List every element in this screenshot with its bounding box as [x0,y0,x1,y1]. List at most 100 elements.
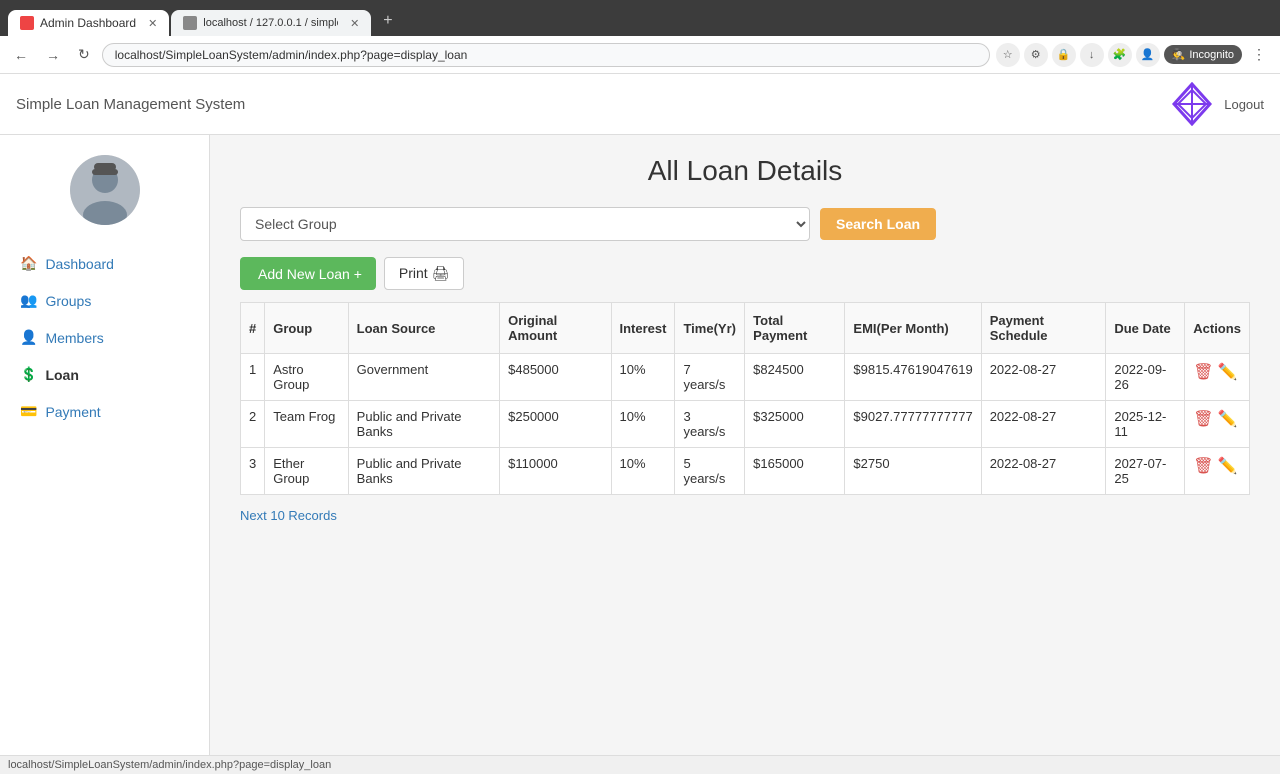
table-row: 3 Ether Group Public and Private Banks $… [241,448,1250,495]
payment-icon: 💳 [20,403,37,420]
cell-num: 1 [241,354,265,401]
col-actions: Actions [1185,303,1250,354]
action-icons: 🗑 ✏️ [1193,409,1241,429]
sidebar-link-dashboard[interactable]: 🏠 Dashboard [0,245,209,282]
cell-interest: 10% [611,448,675,495]
action-bar: Add New Loan + Print 🖨 [240,257,1250,290]
cell-total-payment: $325000 [745,401,845,448]
cell-interest: 10% [611,354,675,401]
col-total-payment: Total Payment [745,303,845,354]
cell-loan-source: Public and Private Banks [348,401,499,448]
cell-group: Astro Group [265,354,348,401]
col-num: # [241,303,265,354]
tab-close-admin[interactable]: ✕ [148,17,157,30]
avatar [70,155,140,225]
print-label: Print 🖨 [399,265,449,282]
cell-time: 5 years/s [675,448,745,495]
sidebar-link-groups[interactable]: 👥 Groups [0,282,209,319]
sidebar: 🏠 Dashboard 👥 Groups 👤 Members 💲 [0,135,210,755]
tab-simple[interactable]: localhost / 127.0.0.1 / simpleloar ✕ [171,10,371,36]
table-header: # Group Loan Source Original Amount Inte… [241,303,1250,354]
sidebar-avatar [0,155,209,225]
main-content: All Loan Details Select Group Search Loa… [210,135,1280,755]
edit-icon[interactable]: ✏️ [1218,456,1238,476]
cell-total-payment: $824500 [745,354,845,401]
print-button[interactable]: Print 🖨 [384,257,464,290]
col-group: Group [265,303,348,354]
edit-icon[interactable]: ✏️ [1218,409,1238,429]
action-icons: 🗑 ✏️ [1193,456,1241,476]
search-loan-button[interactable]: Search Loan [820,208,936,240]
col-interest: Interest [611,303,675,354]
sidebar-link-payment[interactable]: 💳 Payment [0,393,209,430]
cell-total-payment: $165000 [745,448,845,495]
table-row: 2 Team Frog Public and Private Banks $25… [241,401,1250,448]
extension-icon-1[interactable]: ⚙ [1024,43,1048,67]
cell-payment-schedule: 2022-08-27 [981,448,1106,495]
page-title: All Loan Details [240,155,1250,187]
delete-icon[interactable]: 🗑 [1193,362,1213,382]
delete-icon[interactable]: 🗑 [1193,409,1213,429]
cell-emi: $9815.47619047619 [845,354,981,401]
extension-icon-2[interactable]: 🔒 [1052,43,1076,67]
cell-payment-schedule: 2022-08-27 [981,354,1106,401]
cell-interest: 10% [611,401,675,448]
members-icon: 👤 [20,329,37,346]
cell-original-amount: $485000 [500,354,611,401]
sidebar-link-members[interactable]: 👤 Members [0,319,209,356]
cell-emi: $2750 [845,448,981,495]
cell-group: Ether Group [265,448,348,495]
sidebar-item-groups[interactable]: 👥 Groups [0,282,209,319]
tab-favicon-2 [183,16,197,30]
logout-button[interactable]: Logout [1224,97,1264,112]
cell-num: 2 [241,401,265,448]
action-icons: 🗑 ✏️ [1193,362,1241,382]
app-header: Simple Loan Management System Logout [0,74,1280,135]
sidebar-item-payment[interactable]: 💳 Payment [0,393,209,430]
browser-nav: ← → ↻ ☆ ⚙ 🔒 ↓ 🧩 👤 🕵 Incognito ⋮ [0,36,1280,74]
reload-button[interactable]: ↻ [72,42,96,67]
delete-icon[interactable]: 🗑 [1193,456,1213,476]
tab-close-simple[interactable]: ✕ [350,17,359,30]
status-bar: localhost/SimpleLoanSystem/admin/index.p… [0,755,1280,774]
extension-icon-4[interactable]: 🧩 [1108,43,1132,67]
back-button[interactable]: ← [8,43,34,67]
status-url: localhost/SimpleLoanSystem/admin/index.p… [8,759,331,771]
profile-icon[interactable]: 👤 [1136,43,1160,67]
cell-due-date: 2027-07-25 [1106,448,1185,495]
sidebar-label-loan: Loan [45,367,78,383]
cell-due-date: 2022-09-26 [1106,354,1185,401]
sidebar-label-payment: Payment [45,404,100,420]
group-select[interactable]: Select Group [240,207,810,241]
sidebar-item-members[interactable]: 👤 Members [0,319,209,356]
sidebar-item-dashboard[interactable]: 🏠 Dashboard [0,245,209,282]
cell-due-date: 2025-12-11 [1106,401,1185,448]
logo-icon [1170,82,1214,126]
col-emi: EMI(Per Month) [845,303,981,354]
new-tab-button[interactable]: + [373,6,402,36]
sidebar-link-loan[interactable]: 💲 Loan [0,356,209,393]
tab-admin[interactable]: Admin Dashboard ✕ [8,10,169,36]
col-payment-schedule: Payment Schedule [981,303,1106,354]
table-row: 1 Astro Group Government $485000 10% 7 y… [241,354,1250,401]
edit-icon[interactable]: ✏️ [1218,362,1238,382]
extension-icon-3[interactable]: ↓ [1080,43,1104,67]
next-records: Next 10 Records [240,507,1250,523]
sidebar-item-loan[interactable]: 💲 Loan [0,356,209,393]
menu-button[interactable]: ⋮ [1246,42,1272,67]
address-bar[interactable] [102,43,990,67]
app-logo-area: Simple Loan Management System [16,96,245,113]
cell-actions: 🗑 ✏️ [1185,448,1250,495]
search-toolbar: Select Group Search Loan [240,207,1250,241]
forward-button[interactable]: → [40,43,66,67]
sidebar-label-dashboard: Dashboard [45,256,114,272]
next-records-link[interactable]: Next 10 Records [240,508,337,523]
col-loan-source: Loan Source [348,303,499,354]
cell-loan-source: Public and Private Banks [348,448,499,495]
bookmark-icon[interactable]: ☆ [996,43,1020,67]
add-new-loan-button[interactable]: Add New Loan + [240,257,376,290]
sidebar-navigation: 🏠 Dashboard 👥 Groups 👤 Members 💲 [0,245,209,430]
col-due-date: Due Date [1106,303,1185,354]
table-body: 1 Astro Group Government $485000 10% 7 y… [241,354,1250,495]
table-header-row: # Group Loan Source Original Amount Inte… [241,303,1250,354]
